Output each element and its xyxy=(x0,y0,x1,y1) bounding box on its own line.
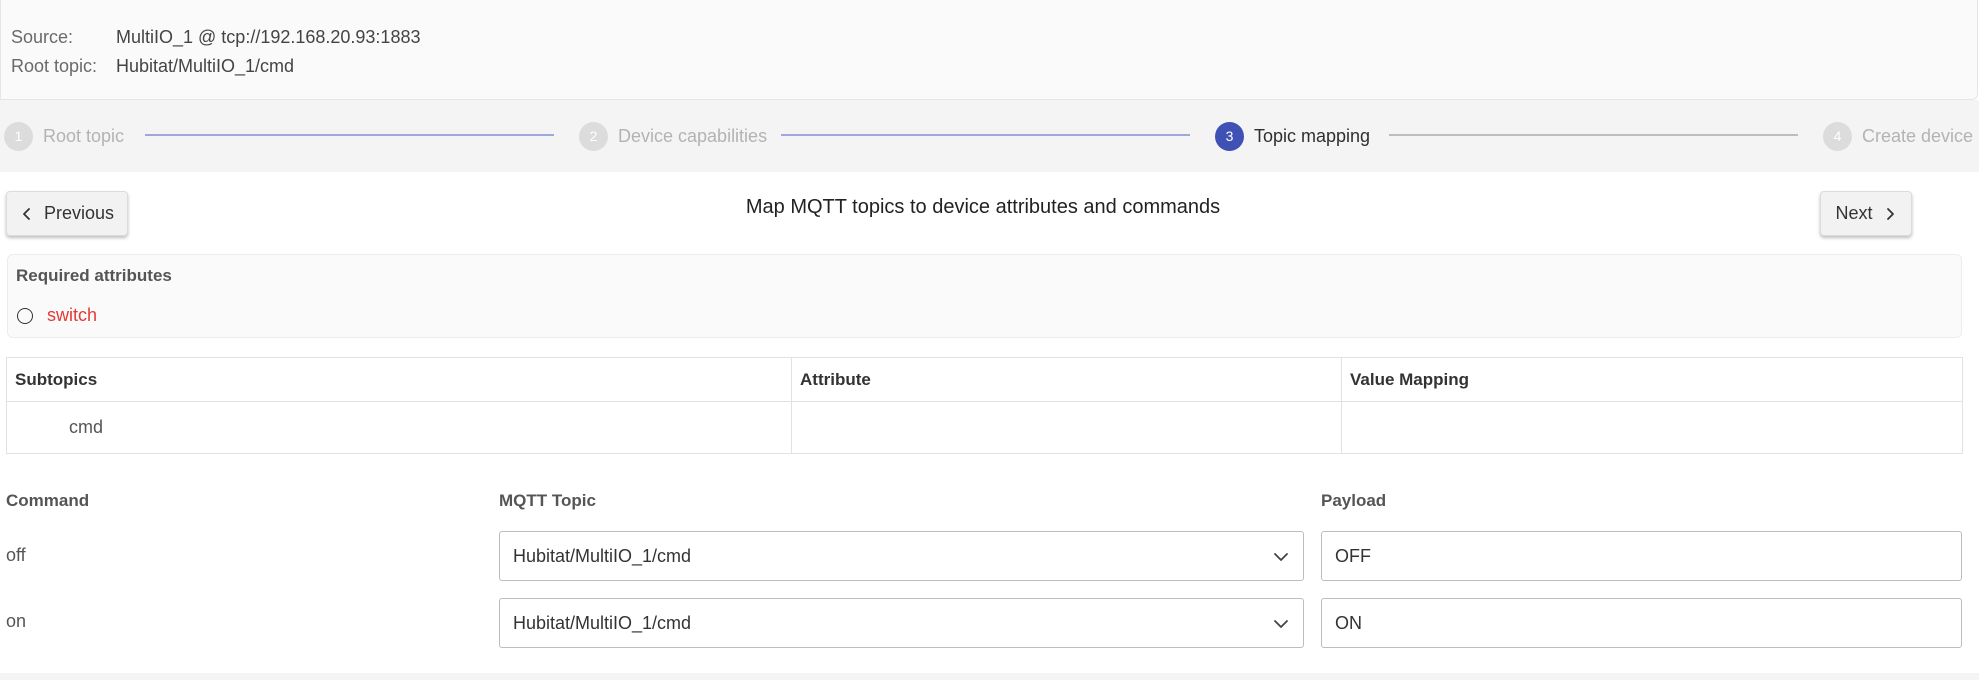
wizard-stepper: 1 Root topic 2 Device capabilities 3 Top… xyxy=(0,100,1979,172)
attribute-cell[interactable] xyxy=(791,401,1342,454)
command-column-header: Command xyxy=(6,491,90,510)
required-attributes-title: Required attributes xyxy=(16,266,172,285)
table-row[interactable]: cmd xyxy=(6,401,1963,454)
column-header-subtopics: Subtopics xyxy=(6,357,792,402)
step-label: Device capabilities xyxy=(618,125,768,146)
selected-topic: Hubitat/MultiIO_1/cmd xyxy=(513,612,692,633)
table-header-row: Subtopics Attribute Value Mapping xyxy=(6,357,1963,402)
next-label: Next xyxy=(1835,203,1873,223)
step-number-badge: 2 xyxy=(579,121,608,151)
required-attributes-panel: Required attributes switch xyxy=(7,254,1962,338)
step-create-device[interactable]: 4 Create device xyxy=(1823,120,1973,152)
radio-unchecked-icon xyxy=(17,307,33,324)
source-panel: Source: MultiIO_1 @ tcp://192.168.20.93:… xyxy=(0,0,1978,100)
source-label: Source: xyxy=(11,27,74,47)
source-value: MultiIO_1 @ tcp://192.168.20.93:1883 xyxy=(116,27,421,47)
step-connector-2 xyxy=(781,134,1190,136)
chevron-down-icon xyxy=(1274,620,1288,628)
column-header-attribute: Attribute xyxy=(791,357,1342,402)
required-attribute-switch: switch xyxy=(16,305,97,326)
mqtt-topic-select-on[interactable]: Hubitat/MultiIO_1/cmd xyxy=(499,598,1304,648)
page-title: Map MQTT topics to device attributes and… xyxy=(745,196,1221,218)
payload-input-on[interactable] xyxy=(1321,598,1962,648)
step-topic-mapping[interactable]: 3 Topic mapping xyxy=(1215,120,1370,152)
value-mapping-cell[interactable] xyxy=(1341,401,1963,454)
mqtt-topic-select-off[interactable]: Hubitat/MultiIO_1/cmd xyxy=(499,531,1304,581)
chevron-right-icon xyxy=(1886,207,1894,220)
command-name-on: on xyxy=(6,611,27,631)
chevron-down-icon xyxy=(1274,553,1288,561)
selected-topic: Hubitat/MultiIO_1/cmd xyxy=(513,545,692,566)
step-connector-1 xyxy=(145,134,554,136)
payload-column-header: Payload xyxy=(1321,491,1387,510)
step-label: Topic mapping xyxy=(1254,125,1371,146)
step-device-capabilities[interactable]: 2 Device capabilities xyxy=(579,120,767,152)
root-topic-label: Root topic: xyxy=(11,56,98,76)
root-topic-value: Hubitat/MultiIO_1/cmd xyxy=(116,56,295,76)
bottom-divider xyxy=(0,673,1979,680)
step-root-topic[interactable]: 1 Root topic xyxy=(4,120,124,152)
subtopic-cell[interactable]: cmd xyxy=(6,401,792,454)
step-label: Create device xyxy=(1862,125,1974,146)
subtopics-table: Subtopics Attribute Value Mapping cmd xyxy=(6,357,1963,454)
step-number-badge: 1 xyxy=(4,121,33,151)
step-connector-3 xyxy=(1389,134,1798,136)
next-button[interactable]: Next xyxy=(1820,191,1912,236)
step-number-badge: 3 xyxy=(1215,121,1244,151)
command-name-off: off xyxy=(6,545,26,565)
step-label: Root topic xyxy=(43,125,125,146)
column-header-value-mapping: Value Mapping xyxy=(1341,357,1963,402)
step-number-badge: 4 xyxy=(1823,121,1852,151)
required-attribute-label: switch xyxy=(47,305,98,325)
payload-input-off[interactable] xyxy=(1321,531,1962,581)
mqtt-topic-column-header: MQTT Topic xyxy=(499,491,596,510)
